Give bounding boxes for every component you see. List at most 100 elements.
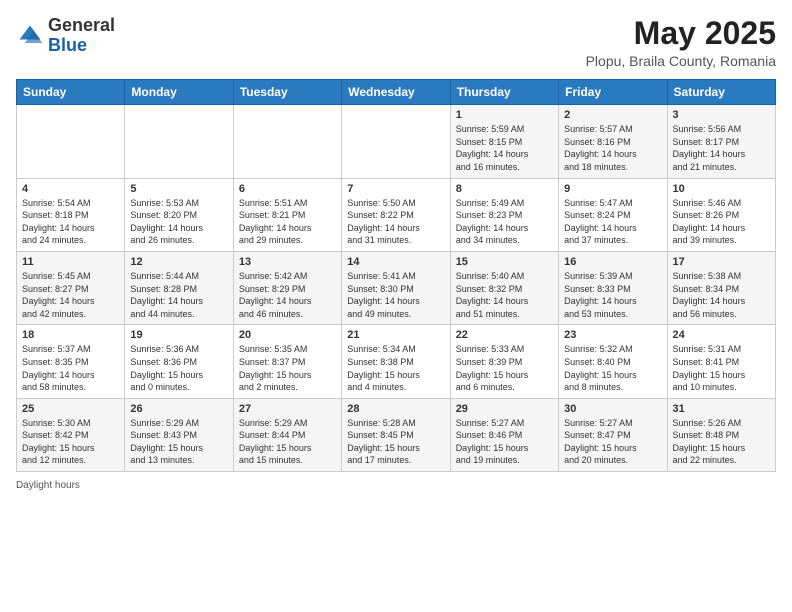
day-number: 19	[130, 329, 227, 341]
weekday-header-sunday: Sunday	[17, 80, 125, 105]
title-block: May 2025 Plopu, Braila County, Romania	[586, 16, 776, 69]
calendar-cell: 6Sunrise: 5:51 AM Sunset: 8:21 PM Daylig…	[233, 178, 341, 251]
day-number: 29	[456, 403, 553, 415]
day-number: 20	[239, 329, 336, 341]
calendar-cell: 15 Sunrise: 5:40 AM Sunset: 8:32 PM Dayli…	[450, 251, 558, 324]
day-info: Sunrise: 5:34 AM Sunset: 8:38 PM Dayligh…	[347, 343, 444, 393]
calendar-cell: 18 Sunrise: 5:37 AM Sunset: 8:35 PM Dayli…	[17, 325, 125, 398]
day-info: Sunrise: 5:32 AM Sunset: 8:40 PM Dayligh…	[564, 343, 661, 393]
calendar-week-row: 25Sunrise: 5:30 AM Sunset: 8:42 PM Dayli…	[17, 398, 776, 471]
calendar-cell: 21 Sunrise: 5:34 AM Sunset: 8:38 PM Dayli…	[342, 325, 450, 398]
calendar-week-row: 18 Sunrise: 5:37 AM Sunset: 8:35 PM Dayli…	[17, 325, 776, 398]
day-number: 4	[22, 183, 119, 195]
day-info: Sunrise: 5:53 AM Sunset: 8:20 PM Dayligh…	[130, 197, 227, 247]
day-info: Sunrise: 5:29 AM Sunset: 8:44 PM Dayligh…	[239, 417, 336, 467]
calendar-cell: 29 Sunrise: 5:27 AM Sunset: 8:46 PM Dayli…	[450, 398, 558, 471]
day-number: 7	[347, 183, 444, 195]
day-number: 3	[673, 109, 770, 121]
day-info: Sunrise: 5:27 AM Sunset: 8:47 PM Dayligh…	[564, 417, 661, 467]
day-number: 27	[239, 403, 336, 415]
logo-general-text: General	[48, 15, 115, 35]
day-number: 11	[22, 256, 119, 268]
calendar-cell: 10Sunrise: 5:46 AM Sunset: 8:26 PM Dayli…	[667, 178, 775, 251]
day-info: Sunrise: 5:30 AM Sunset: 8:42 PM Dayligh…	[22, 417, 119, 467]
day-number: 31	[673, 403, 770, 415]
calendar-cell: 26Sunrise: 5:29 AM Sunset: 8:43 PM Dayli…	[125, 398, 233, 471]
day-number: 5	[130, 183, 227, 195]
day-number: 18	[22, 329, 119, 341]
calendar-cell	[233, 105, 341, 178]
day-info: Sunrise: 5:44 AM Sunset: 8:28 PM Dayligh…	[130, 270, 227, 320]
day-number: 28	[347, 403, 444, 415]
day-number: 2	[564, 109, 661, 121]
calendar-cell: 14 Sunrise: 5:41 AM Sunset: 8:30 PM Dayli…	[342, 251, 450, 324]
calendar-cell: 27 Sunrise: 5:29 AM Sunset: 8:44 PM Dayli…	[233, 398, 341, 471]
day-info: Sunrise: 5:40 AM Sunset: 8:32 PM Dayligh…	[456, 270, 553, 320]
calendar-cell: 11 Sunrise: 5:45 AM Sunset: 8:27 PM Dayli…	[17, 251, 125, 324]
day-info: Sunrise: 5:33 AM Sunset: 8:39 PM Dayligh…	[456, 343, 553, 393]
weekday-header-thursday: Thursday	[450, 80, 558, 105]
day-info: Sunrise: 5:41 AM Sunset: 8:30 PM Dayligh…	[347, 270, 444, 320]
day-info: Sunrise: 5:39 AM Sunset: 8:33 PM Dayligh…	[564, 270, 661, 320]
day-info: Sunrise: 5:49 AM Sunset: 8:23 PM Dayligh…	[456, 197, 553, 247]
day-number: 23	[564, 329, 661, 341]
calendar-cell	[342, 105, 450, 178]
calendar-cell: 19Sunrise: 5:36 AM Sunset: 8:36 PM Dayli…	[125, 325, 233, 398]
calendar-cell: 2 Sunrise: 5:57 AM Sunset: 8:16 PM Daylig…	[559, 105, 667, 178]
day-info: Sunrise: 5:38 AM Sunset: 8:34 PM Dayligh…	[673, 270, 770, 320]
logo-blue-text: Blue	[48, 35, 87, 55]
calendar-cell: 25Sunrise: 5:30 AM Sunset: 8:42 PM Dayli…	[17, 398, 125, 471]
calendar-cell: 23 Sunrise: 5:32 AM Sunset: 8:40 PM Dayli…	[559, 325, 667, 398]
calendar-cell	[17, 105, 125, 178]
day-number: 9	[564, 183, 661, 195]
day-info: Sunrise: 5:46 AM Sunset: 8:26 PM Dayligh…	[673, 197, 770, 247]
day-info: Sunrise: 5:57 AM Sunset: 8:16 PM Dayligh…	[564, 123, 661, 173]
calendar-cell: 9 Sunrise: 5:47 AM Sunset: 8:24 PM Daylig…	[559, 178, 667, 251]
calendar-week-row: 1Sunrise: 5:59 AM Sunset: 8:15 PM Daylig…	[17, 105, 776, 178]
page: General Blue May 2025 Plopu, Braila Coun…	[0, 0, 792, 503]
weekday-header-wednesday: Wednesday	[342, 80, 450, 105]
calendar-cell: 17 Sunrise: 5:38 AM Sunset: 8:34 PM Dayli…	[667, 251, 775, 324]
calendar-cell: 28 Sunrise: 5:28 AM Sunset: 8:45 PM Dayli…	[342, 398, 450, 471]
weekday-header-friday: Friday	[559, 80, 667, 105]
calendar-cell: 4Sunrise: 5:54 AM Sunset: 8:18 PM Daylig…	[17, 178, 125, 251]
calendar-cell: 8Sunrise: 5:49 AM Sunset: 8:23 PM Daylig…	[450, 178, 558, 251]
day-number: 24	[673, 329, 770, 341]
calendar-week-row: 11 Sunrise: 5:45 AM Sunset: 8:27 PM Dayli…	[17, 251, 776, 324]
day-number: 26	[130, 403, 227, 415]
calendar-table: SundayMondayTuesdayWednesdayThursdayFrid…	[16, 79, 776, 472]
calendar-cell: 5 Sunrise: 5:53 AM Sunset: 8:20 PM Daylig…	[125, 178, 233, 251]
calendar-cell: 31 Sunrise: 5:26 AM Sunset: 8:48 PM Dayli…	[667, 398, 775, 471]
day-info: Sunrise: 5:51 AM Sunset: 8:21 PM Dayligh…	[239, 197, 336, 247]
weekday-header-saturday: Saturday	[667, 80, 775, 105]
day-number: 30	[564, 403, 661, 415]
daylight-hours-label: Daylight hours	[16, 480, 80, 491]
calendar-cell: 30 Sunrise: 5:27 AM Sunset: 8:47 PM Dayli…	[559, 398, 667, 471]
day-info: Sunrise: 5:37 AM Sunset: 8:35 PM Dayligh…	[22, 343, 119, 393]
subtitle: Plopu, Braila County, Romania	[586, 53, 776, 69]
calendar-cell: 16 Sunrise: 5:39 AM Sunset: 8:33 PM Dayli…	[559, 251, 667, 324]
day-info: Sunrise: 5:28 AM Sunset: 8:45 PM Dayligh…	[347, 417, 444, 467]
day-number: 16	[564, 256, 661, 268]
weekday-header-monday: Monday	[125, 80, 233, 105]
header: General Blue May 2025 Plopu, Braila Coun…	[16, 16, 776, 69]
calendar-cell: 7Sunrise: 5:50 AM Sunset: 8:22 PM Daylig…	[342, 178, 450, 251]
day-number: 14	[347, 256, 444, 268]
day-info: Sunrise: 5:59 AM Sunset: 8:15 PM Dayligh…	[456, 123, 553, 173]
day-info: Sunrise: 5:45 AM Sunset: 8:27 PM Dayligh…	[22, 270, 119, 320]
calendar-cell: 13Sunrise: 5:42 AM Sunset: 8:29 PM Dayli…	[233, 251, 341, 324]
calendar-cell: 22 Sunrise: 5:33 AM Sunset: 8:39 PM Dayli…	[450, 325, 558, 398]
day-info: Sunrise: 5:47 AM Sunset: 8:24 PM Dayligh…	[564, 197, 661, 247]
day-info: Sunrise: 5:56 AM Sunset: 8:17 PM Dayligh…	[673, 123, 770, 173]
day-number: 15	[456, 256, 553, 268]
calendar-cell: 24Sunrise: 5:31 AM Sunset: 8:41 PM Dayli…	[667, 325, 775, 398]
day-info: Sunrise: 5:27 AM Sunset: 8:46 PM Dayligh…	[456, 417, 553, 467]
day-number: 21	[347, 329, 444, 341]
day-info: Sunrise: 5:26 AM Sunset: 8:48 PM Dayligh…	[673, 417, 770, 467]
day-number: 22	[456, 329, 553, 341]
day-number: 17	[673, 256, 770, 268]
logo-icon	[16, 22, 44, 50]
calendar-week-row: 4Sunrise: 5:54 AM Sunset: 8:18 PM Daylig…	[17, 178, 776, 251]
footer: Daylight hours	[16, 480, 776, 491]
calendar-cell: 20Sunrise: 5:35 AM Sunset: 8:37 PM Dayli…	[233, 325, 341, 398]
